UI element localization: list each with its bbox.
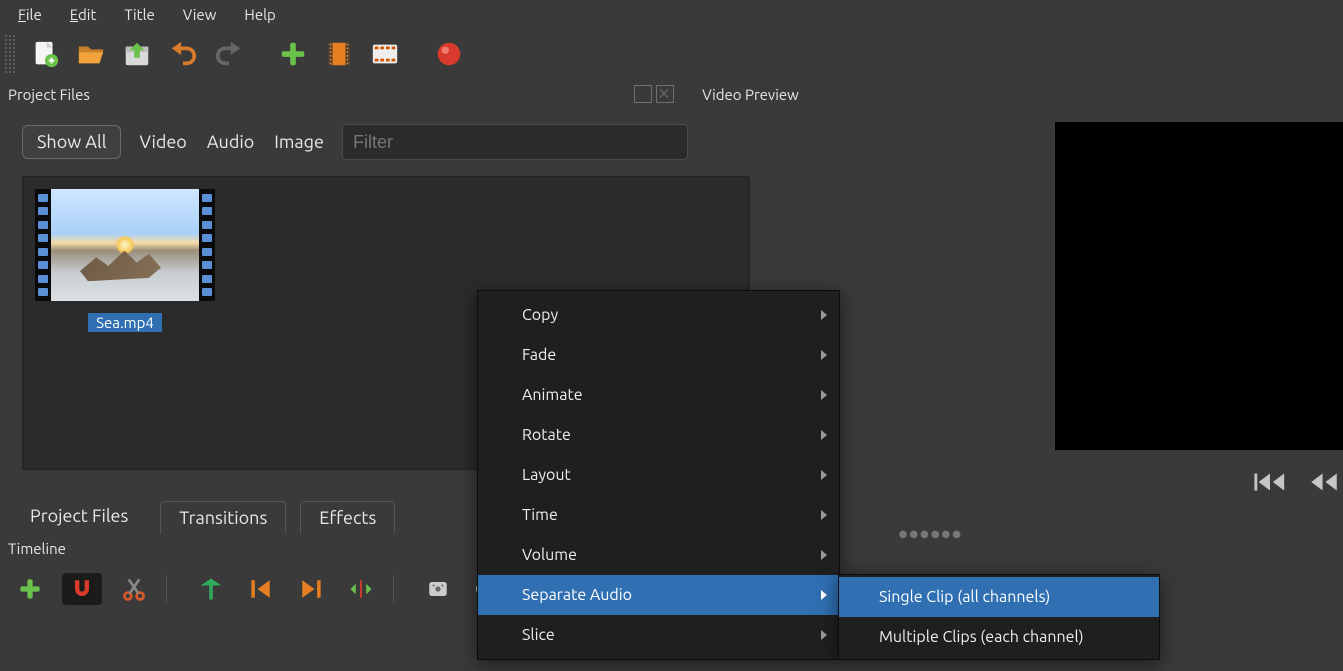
skip-start-icon[interactable] [1253, 470, 1287, 494]
ctx-time[interactable]: Time [478, 495, 839, 535]
context-menu: Copy Fade Animate Rotate Layout Time Vol… [477, 290, 840, 660]
video-preview[interactable] [1055, 122, 1343, 450]
ctx-copy[interactable]: Copy [478, 295, 839, 335]
tab-project-files[interactable]: Project Files [12, 500, 146, 534]
main-toolbar [0, 28, 1343, 80]
record-icon[interactable] [426, 34, 472, 74]
add-icon[interactable] [270, 34, 316, 74]
menu-title[interactable]: Title [110, 4, 168, 25]
razor-icon[interactable] [116, 571, 152, 607]
ctx-separate-audio[interactable]: Separate Audio [478, 575, 839, 615]
ctx-layout[interactable]: Layout [478, 455, 839, 495]
tab-transitions[interactable]: Transitions [160, 501, 286, 534]
chevron-right-icon [821, 470, 827, 480]
subctx-multiple-clips[interactable]: Multiple Clips (each channel) [839, 617, 1159, 657]
media-item[interactable]: Sea.mp4 [31, 185, 219, 332]
panel-close-icon[interactable] [656, 85, 674, 103]
ctx-slice[interactable]: Slice [478, 615, 839, 655]
chevron-right-icon [821, 310, 827, 320]
chevron-right-icon [821, 550, 827, 560]
undo-icon[interactable] [160, 34, 206, 74]
ctx-fade[interactable]: Fade [478, 335, 839, 375]
add-track-icon[interactable] [12, 571, 48, 607]
filter-image[interactable]: Image [272, 126, 326, 158]
rewind-icon[interactable] [1307, 470, 1341, 494]
marker-icon[interactable] [193, 571, 229, 607]
project-files-label: Project Files [0, 84, 98, 105]
storyboard-icon[interactable] [362, 34, 408, 74]
filter-show-all[interactable]: Show All [22, 125, 121, 159]
gear-icon[interactable] [420, 571, 456, 607]
panel-header-row: Project Files Video Preview [0, 80, 1343, 108]
ctx-animate[interactable]: Animate [478, 375, 839, 415]
panel-detach-icon[interactable] [634, 85, 652, 103]
chevron-right-icon [821, 630, 827, 640]
film-icon[interactable] [316, 34, 362, 74]
menu-file[interactable]: File [4, 4, 56, 25]
snap-toggle[interactable] [62, 573, 102, 605]
save-file-icon[interactable] [114, 34, 160, 74]
chevron-right-icon [821, 390, 827, 400]
project-files-panel-controls [634, 85, 674, 103]
video-preview-label: Video Preview [694, 84, 807, 105]
menubar: File Edit Title View Help [0, 0, 1343, 28]
chevron-right-icon [821, 510, 827, 520]
open-file-icon[interactable] [68, 34, 114, 74]
transport-controls [1253, 470, 1341, 494]
center-playhead-icon[interactable] [343, 571, 379, 607]
splitter-handle[interactable]: ●●●●●● [899, 528, 963, 540]
ctx-volume[interactable]: Volume [478, 535, 839, 575]
media-thumbnail[interactable] [31, 185, 219, 305]
new-file-icon[interactable] [22, 34, 68, 74]
media-item-name: Sea.mp4 [88, 313, 162, 332]
filter-video[interactable]: Video [137, 126, 188, 158]
next-marker-icon[interactable] [293, 571, 329, 607]
chevron-right-icon [821, 350, 827, 360]
filter-audio[interactable]: Audio [205, 126, 256, 158]
right-column: ●●●●●● [768, 108, 1343, 611]
menu-view[interactable]: View [169, 4, 231, 25]
filter-input[interactable] [342, 124, 688, 160]
chevron-right-icon [821, 430, 827, 440]
ctx-rotate[interactable]: Rotate [478, 415, 839, 455]
redo-icon[interactable] [206, 34, 252, 74]
menu-help[interactable]: Help [230, 4, 289, 25]
filter-row: Show All Video Audio Image [22, 124, 768, 160]
menu-edit[interactable]: Edit [56, 4, 111, 25]
subctx-single-clip[interactable]: Single Clip (all channels) [839, 577, 1159, 617]
toolbar-grip[interactable] [4, 34, 16, 74]
prev-marker-icon[interactable] [243, 571, 279, 607]
tab-effects[interactable]: Effects [300, 501, 395, 534]
chevron-right-icon [821, 590, 827, 600]
context-submenu: Single Clip (all channels) Multiple Clip… [838, 574, 1160, 660]
